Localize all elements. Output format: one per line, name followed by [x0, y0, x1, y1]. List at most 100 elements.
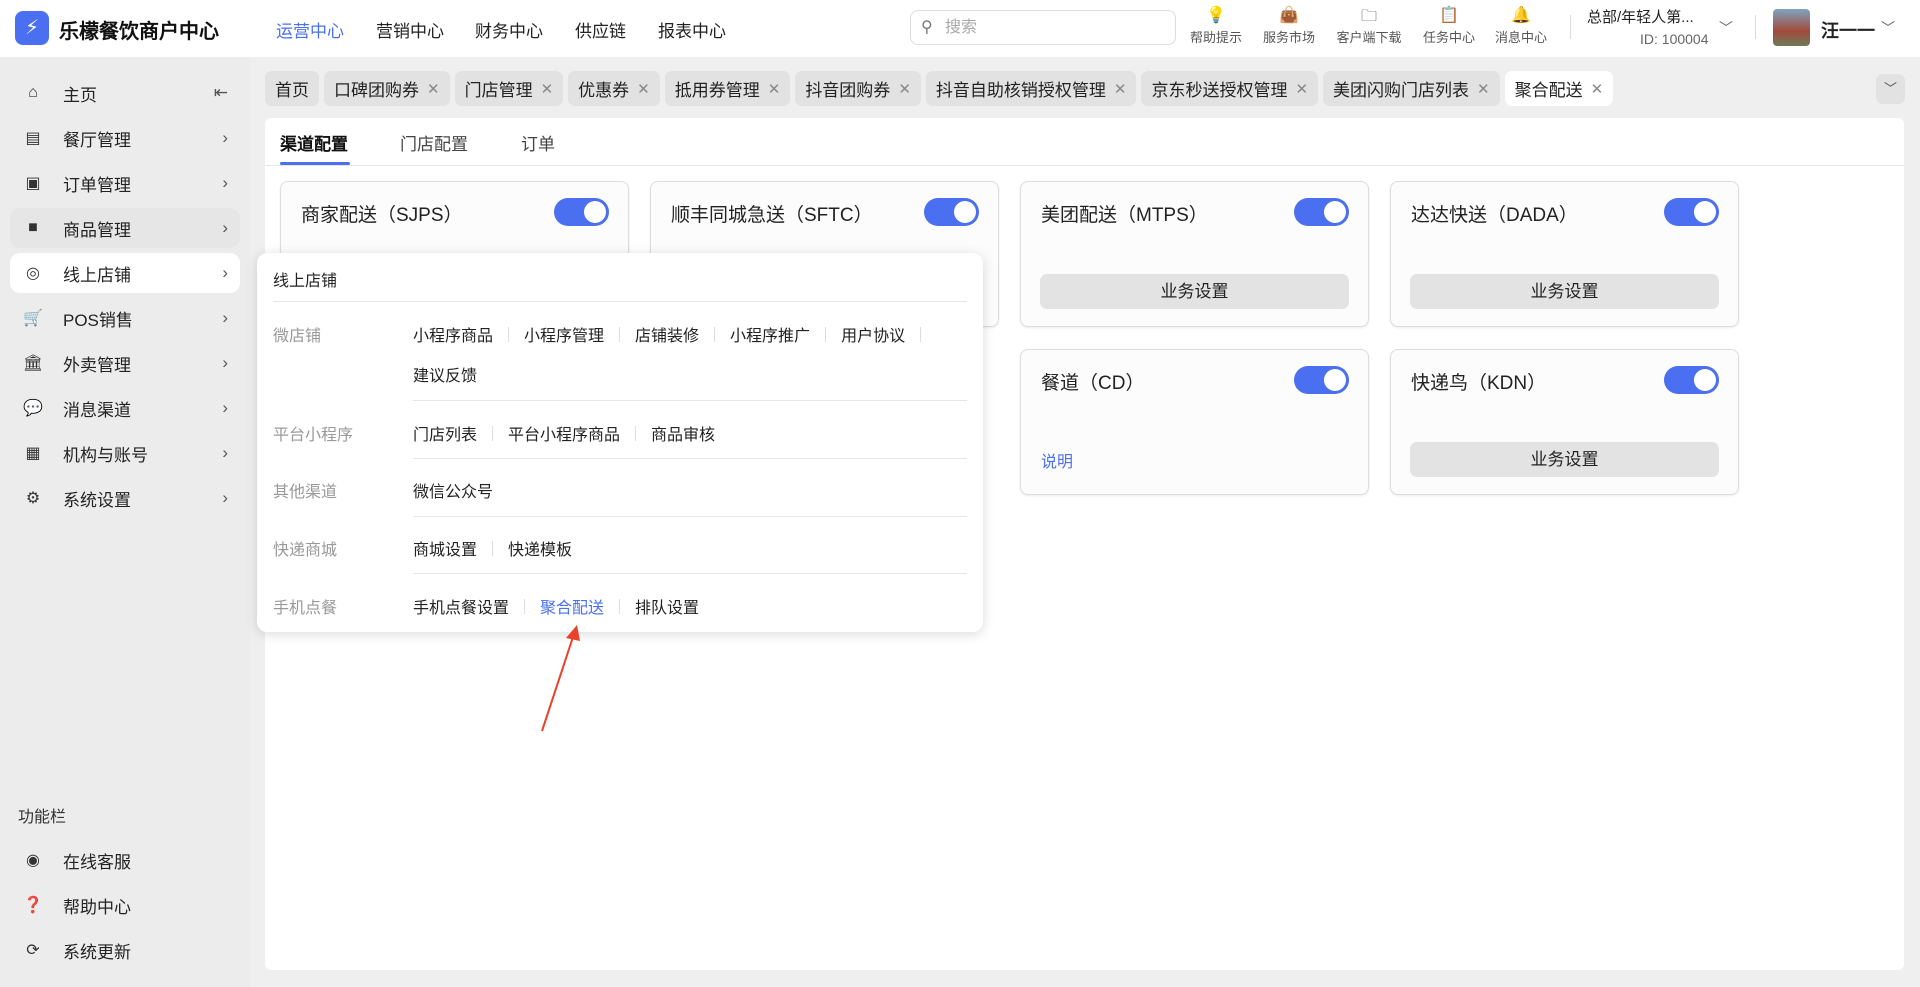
close-icon[interactable]: ✕ — [541, 80, 554, 98]
close-icon[interactable]: ✕ — [1591, 80, 1604, 98]
close-icon[interactable]: ✕ — [1477, 80, 1490, 98]
business-settings-button[interactable]: 业务设置 — [1410, 442, 1719, 477]
enable-toggle[interactable] — [1664, 198, 1719, 226]
message-center-button[interactable]: 🔔 消息中心 — [1481, 5, 1561, 46]
search-input[interactable]: ⚲ 搜索 — [910, 10, 1176, 45]
sidebar-item-takeout[interactable]: 🏛 外卖管理 › — [10, 343, 240, 383]
enable-toggle[interactable] — [1294, 366, 1349, 394]
enable-toggle[interactable] — [554, 198, 609, 226]
sidebar-item-label: 外卖管理 — [63, 355, 131, 375]
sidebar-item-label: 餐厅管理 — [63, 130, 131, 150]
menu-item[interactable]: 商品审核 — [651, 421, 715, 445]
chevron-right-icon: › — [222, 443, 228, 462]
business-settings-button[interactable]: 业务设置 — [1040, 274, 1349, 309]
sidebar-item-help-center[interactable]: ❓ 帮助中心 — [10, 885, 240, 925]
bank-icon: 🏛 — [22, 355, 44, 372]
close-icon[interactable]: ✕ — [637, 80, 650, 98]
sidebar-item-online-store[interactable]: ◎ 线上店铺 › — [10, 253, 240, 293]
refresh-icon: ⟳ — [26, 942, 40, 959]
sidebar-item-pos[interactable]: 🛒 POS销售 › — [10, 298, 240, 338]
tab-channel-config[interactable]: 渠道配置 — [280, 130, 348, 155]
chevron-right-icon: › — [222, 173, 228, 192]
nav-supply-chain[interactable]: 供应链 — [575, 17, 626, 42]
collapse-sidebar-icon[interactable]: ⇤ — [214, 83, 228, 103]
menu-item[interactable]: 商城设置 — [413, 536, 477, 560]
tab-douyin-auth[interactable]: 抖音自助核销授权管理 ✕ — [925, 71, 1137, 106]
close-icon[interactable]: ✕ — [1114, 80, 1127, 98]
brand-logo-icon: ⚡ — [15, 11, 49, 45]
org-id: ID: 100004 — [1640, 31, 1709, 47]
chat-icon: 💬 — [23, 400, 43, 417]
menu-item[interactable]: 建议反馈 — [413, 362, 477, 386]
tabs-more-button[interactable]: ﹀ — [1876, 74, 1905, 104]
tab-douyin-group[interactable]: 抖音团购券 ✕ — [795, 71, 921, 106]
divider — [1570, 15, 1571, 39]
sidebar-item-system-update[interactable]: ⟳ 系统更新 — [10, 930, 240, 970]
tab-label: 京东秒送授权管理 — [1151, 81, 1288, 100]
tab-orders[interactable]: 订单 — [521, 130, 555, 155]
menu-item[interactable]: 手机点餐设置 — [413, 594, 509, 618]
nav-marketing[interactable]: 营销中心 — [376, 17, 444, 42]
org-selector[interactable]: 总部/年轻人第... — [1587, 6, 1694, 27]
task-center-button[interactable]: 📋 任务中心 — [1409, 5, 1489, 46]
menu-item[interactable]: 小程序商品 — [413, 322, 493, 346]
enable-toggle[interactable] — [1664, 366, 1719, 394]
avatar[interactable] — [1773, 9, 1810, 46]
nav-operations[interactable]: 运营中心 — [276, 17, 344, 42]
menu-item[interactable]: 小程序推广 — [730, 322, 810, 346]
sidebar-item-label: 系统设置 — [63, 490, 131, 510]
sidebar-item-system-settings[interactable]: ⚙ 系统设置 › — [10, 478, 240, 518]
close-icon[interactable]: ✕ — [427, 80, 440, 98]
menu-item[interactable]: 微信公众号 — [413, 478, 493, 502]
tab-store-config[interactable]: 门店配置 — [400, 130, 468, 155]
menu-item[interactable]: 平台小程序商品 — [508, 421, 620, 445]
close-icon[interactable]: ✕ — [768, 80, 781, 98]
menu-item[interactable]: 门店列表 — [413, 421, 477, 445]
tab-voucher-management[interactable]: 抵用券管理 ✕ — [664, 71, 791, 106]
tab-home[interactable]: 首页 — [265, 71, 319, 106]
sidebar-item-products[interactable]: ■ 商品管理 › — [10, 208, 240, 248]
service-market-button[interactable]: 👜 服务市场 — [1249, 5, 1329, 46]
sidebar-item-label: 帮助中心 — [63, 897, 131, 917]
tab-label: 首页 — [275, 81, 309, 100]
user-name[interactable]: 汪一一 — [1821, 17, 1875, 43]
tab-coupons[interactable]: 优惠券 ✕ — [568, 71, 660, 106]
tab-label: 优惠券 — [578, 81, 630, 100]
sidebar-item-label: 在线客服 — [63, 852, 131, 872]
nav-finance[interactable]: 财务中心 — [475, 17, 543, 42]
clipboard-icon: 📋 — [1439, 7, 1459, 24]
tab-koubei[interactable]: 口碑团购券 ✕ — [324, 71, 450, 106]
chevron-down-icon[interactable]: ﹀ — [1881, 18, 1895, 38]
description-link[interactable]: 说明 — [1041, 448, 1073, 472]
chevron-down-icon[interactable]: ﹀ — [1719, 18, 1733, 38]
sidebar-item-org-accounts[interactable]: ▦ 机构与账号 › — [10, 433, 240, 473]
business-settings-button[interactable]: 业务设置 — [1410, 274, 1719, 309]
sidebar-item-message-channel[interactable]: 💬 消息渠道 › — [10, 388, 240, 428]
client-download-button[interactable]: 🗀 客户端下载 — [1329, 5, 1409, 46]
tab-meituan-flash[interactable]: 美团闪购门店列表 ✕ — [1323, 71, 1500, 106]
enable-toggle[interactable] — [924, 198, 979, 226]
sidebar-item-home[interactable]: ⌂ 主页 ⇤ — [10, 73, 240, 113]
nav-reports[interactable]: 报表中心 — [658, 17, 726, 42]
sidebar-item-online-service[interactable]: ◉ 在线客服 — [10, 840, 240, 880]
tab-store-management[interactable]: 门店管理 ✕ — [454, 71, 564, 106]
menu-item[interactable]: 小程序管理 — [524, 322, 604, 346]
sidebar-item-restaurant[interactable]: ▤ 餐厅管理 › — [10, 118, 240, 158]
tab-aggregate-delivery[interactable]: 聚合配送 ✕ — [1504, 71, 1614, 106]
menu-group-express-mall: 商城设置 快递模板 — [413, 536, 572, 560]
close-icon[interactable]: ✕ — [1295, 80, 1308, 98]
enable-toggle[interactable] — [1294, 198, 1349, 226]
close-icon[interactable]: ✕ — [898, 80, 911, 98]
menu-group-mobile-ordering: 手机点餐设置 聚合配送 排队设置 — [413, 594, 699, 618]
menu-item[interactable]: 排队设置 — [635, 594, 699, 618]
help-tips-button[interactable]: 💡 帮助提示 — [1176, 5, 1256, 46]
menu-item[interactable]: 用户协议 — [841, 322, 905, 346]
sidebar-item-orders[interactable]: ▣ 订单管理 › — [10, 163, 240, 203]
id-card-icon: ▦ — [25, 445, 41, 462]
menu-item[interactable]: 店铺装修 — [635, 322, 699, 346]
sidebar-item-label: 机构与账号 — [63, 445, 148, 465]
tab-jd-auth[interactable]: 京东秒送授权管理 ✕ — [1141, 71, 1319, 106]
menu-item[interactable]: 快递模板 — [508, 536, 572, 560]
function-bar-title: 功能栏 — [18, 809, 67, 826]
menu-item-aggregate-delivery[interactable]: 聚合配送 — [540, 594, 604, 618]
